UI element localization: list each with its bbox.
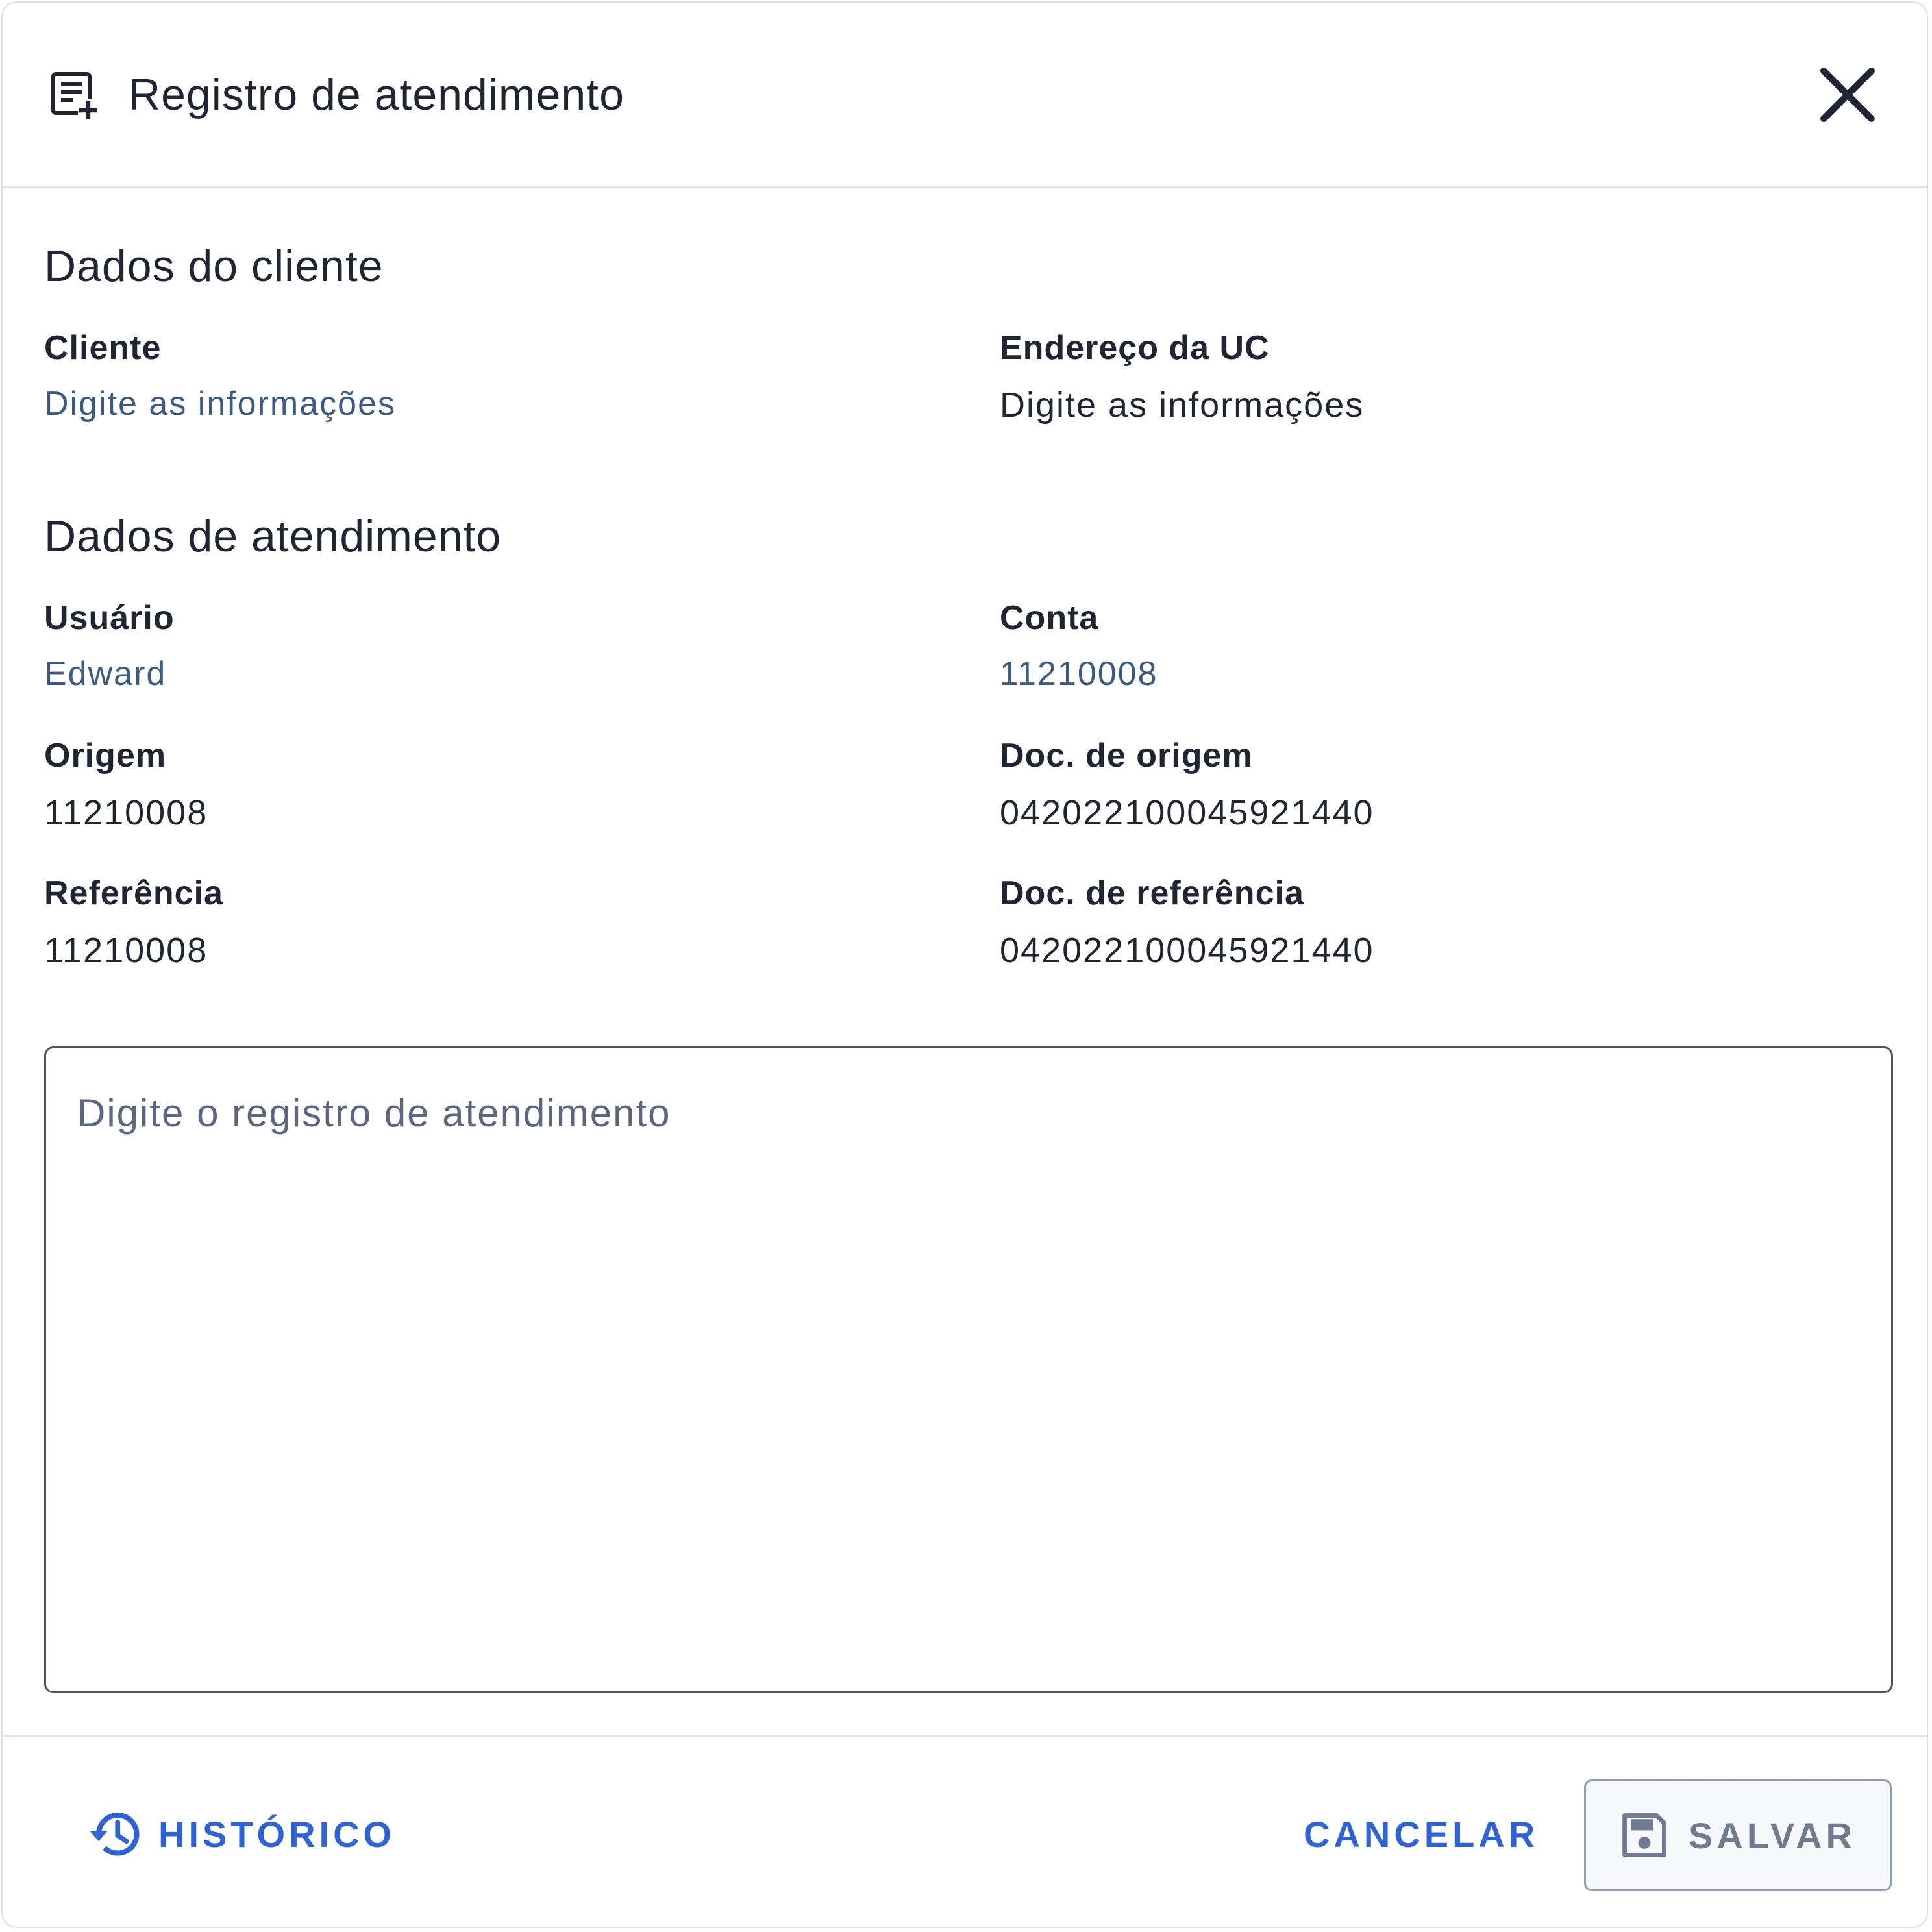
doc-referencia-value: 042022100045921440 bbox=[1000, 931, 1374, 970]
cliente-label: Cliente bbox=[44, 329, 162, 367]
cliente-value[interactable]: Digite as informações bbox=[44, 382, 396, 426]
cancel-button[interactable]: CANCELAR bbox=[1304, 1802, 1539, 1866]
note-add-icon bbox=[51, 72, 99, 119]
record-textarea-placeholder: Digite o registro de atendimento bbox=[77, 1091, 671, 1135]
endereco-uc-label: Endereço da UC bbox=[1000, 329, 1270, 367]
dialog-title: Registro de atendimento bbox=[129, 70, 625, 119]
dialog-header: Registro de atendimento bbox=[3, 3, 1927, 188]
history-icon bbox=[90, 1812, 140, 1856]
doc-referencia-label: Doc. de referência bbox=[1000, 874, 1304, 912]
cancel-label: CANCELAR bbox=[1304, 1813, 1539, 1855]
close-icon[interactable] bbox=[1818, 65, 1877, 125]
referencia-value: 11210008 bbox=[44, 931, 208, 970]
registro-dialog: Registro de atendimento Dados do cliente… bbox=[1, 1, 1928, 1928]
dialog-footer: HISTÓRICO CANCELAR SALVAR bbox=[3, 1735, 1927, 1929]
usuario-label: Usuário bbox=[44, 599, 175, 637]
record-textarea[interactable]: Digite o registro de atendimento bbox=[44, 1046, 1893, 1693]
conta-value[interactable]: 11210008 bbox=[1000, 652, 1158, 696]
history-button[interactable]: HISTÓRICO bbox=[87, 1802, 395, 1866]
origem-value: 11210008 bbox=[44, 793, 208, 832]
save-icon bbox=[1622, 1813, 1666, 1857]
endereco-uc-value: Digite as informações bbox=[1000, 386, 1365, 425]
save-button[interactable]: SALVAR bbox=[1584, 1779, 1892, 1891]
save-label: SALVAR bbox=[1689, 1814, 1856, 1856]
usuario-value[interactable]: Edward bbox=[44, 652, 166, 696]
referencia-label: Referência bbox=[44, 874, 223, 912]
history-label: HISTÓRICO bbox=[158, 1813, 396, 1855]
service-section-title: Dados de atendimento bbox=[44, 512, 502, 561]
doc-origem-label: Doc. de origem bbox=[1000, 737, 1253, 774]
client-section-title: Dados do cliente bbox=[44, 242, 384, 291]
origem-label: Origem bbox=[44, 737, 167, 774]
doc-origem-value: 042022100045921440 bbox=[1000, 793, 1374, 832]
conta-label: Conta bbox=[1000, 599, 1099, 637]
